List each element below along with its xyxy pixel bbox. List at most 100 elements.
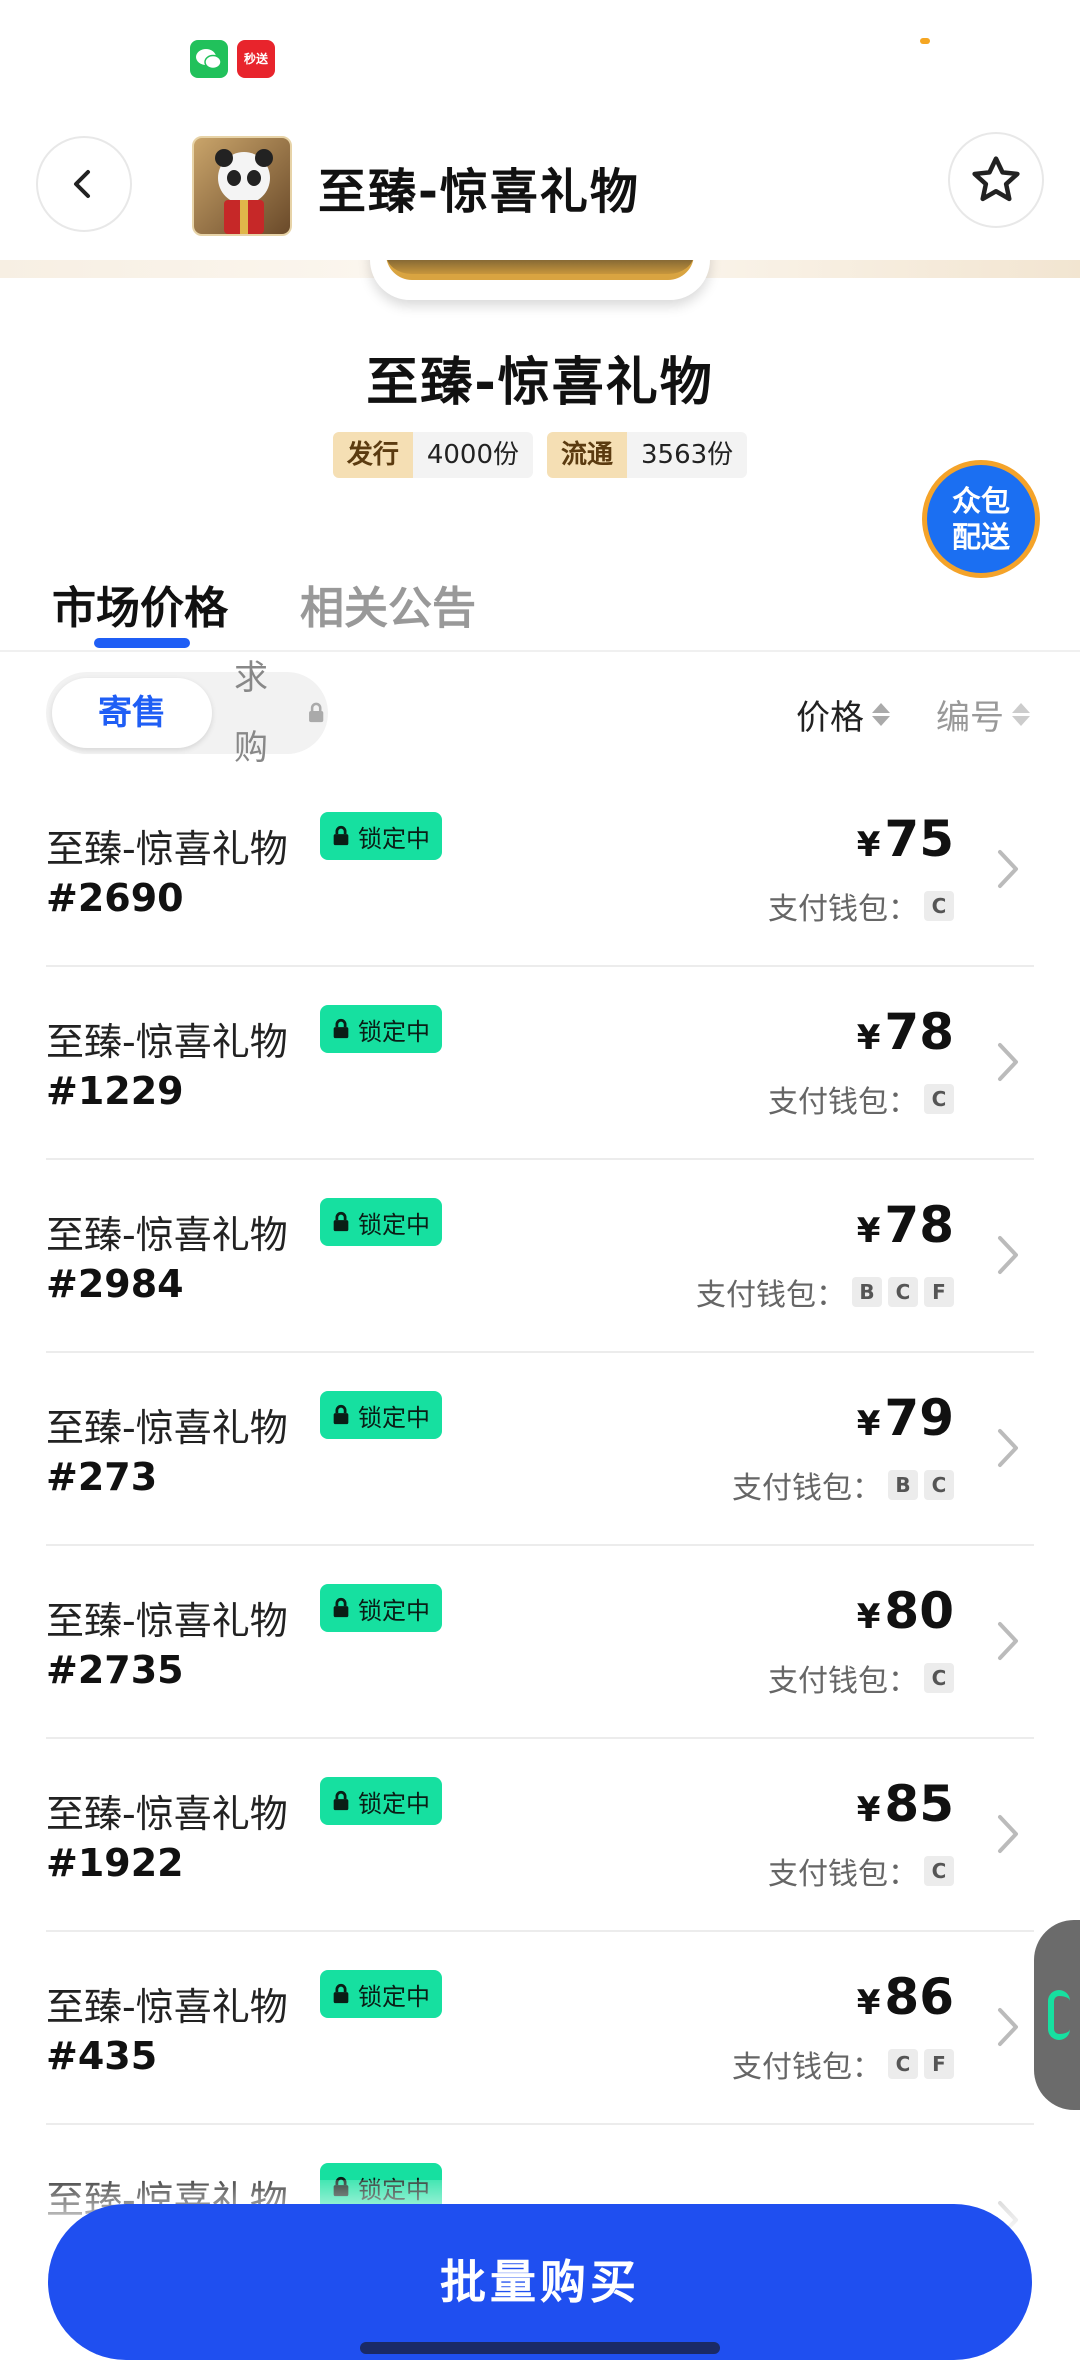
- tab-market-price[interactable]: 市场价格: [52, 572, 228, 636]
- listing-price: ¥ 85: [857, 1775, 954, 1833]
- listing-price: ¥ 79: [857, 1389, 954, 1447]
- wallet-label: 支付钱包：: [768, 1664, 918, 1699]
- lock-status-text: 锁定中: [358, 1789, 430, 1818]
- wallet-chip: F: [924, 1277, 954, 1307]
- lock-status-text: 锁定中: [358, 1017, 430, 1046]
- chevron-right-icon: [998, 1815, 1018, 1853]
- lock-icon: [333, 1404, 349, 1425]
- lock-icon: [333, 1983, 349, 2004]
- bulk-buy-button[interactable]: 批量购买: [48, 2204, 1032, 2360]
- top-header: 至臻-惊喜礼物: [0, 120, 1080, 260]
- listing-name: 至臻-惊喜礼物: [46, 1792, 288, 1836]
- lock-status-badge: 锁定中: [320, 1777, 442, 1825]
- lock-status-text: 锁定中: [358, 1982, 430, 2011]
- lock-status-badge: 锁定中: [320, 1970, 442, 2018]
- currency-symbol: ¥: [856, 1983, 881, 2023]
- chevron-right-icon: [998, 1622, 1018, 1660]
- wallet-chip: B: [852, 1277, 882, 1307]
- listing-number: #273: [46, 1455, 158, 1499]
- circulation-value: 3563份: [627, 432, 748, 478]
- price-value: 75: [884, 810, 954, 868]
- currency-symbol: ¥: [856, 1018, 881, 1058]
- listing-row[interactable]: 至臻-惊喜礼物 锁定中 #435 ¥ 86 支付钱包： CF: [0, 1932, 1080, 2125]
- item-thumbnail: [192, 136, 292, 236]
- wechat-icon: [190, 40, 228, 78]
- wallet-label: 支付钱包：: [768, 1857, 918, 1892]
- circulation-label: 流通: [547, 432, 628, 478]
- wallet-label: 支付钱包：: [732, 1471, 882, 1506]
- tab-announcements[interactable]: 相关公告: [300, 572, 476, 636]
- lock-status-text: 锁定中: [358, 1596, 430, 1625]
- listing-name: 至臻-惊喜礼物: [46, 1020, 288, 1064]
- listing-row[interactable]: 至臻-惊喜礼物 锁定中 #2735 ¥ 80 支付钱包： C: [0, 1546, 1080, 1739]
- lock-icon: [333, 1018, 349, 1039]
- chevron-right-icon: [998, 1043, 1018, 1081]
- listing-row[interactable]: 至臻-惊喜礼物 锁定中 #1229 ¥ 78 支付钱包： C: [0, 967, 1080, 1160]
- listing-price: ¥ 75: [857, 810, 954, 868]
- headset-icon: [1048, 1990, 1070, 2040]
- listing-price: ¥ 78: [857, 1003, 954, 1061]
- listing-name: 至臻-惊喜礼物: [46, 1213, 288, 1257]
- status-bar: 秒送: [0, 0, 1080, 120]
- listing-name: 至臻-惊喜礼物: [46, 1985, 288, 2029]
- sort-by-price[interactable]: 价格: [796, 690, 890, 739]
- sort-by-number[interactable]: 编号: [936, 690, 1030, 739]
- floating-side-widget[interactable]: [1034, 1920, 1080, 2110]
- lock-status-text: 锁定中: [358, 1210, 430, 1239]
- favorite-button[interactable]: [948, 132, 1044, 228]
- currency-symbol: ¥: [856, 1404, 881, 1444]
- price-value: 80: [884, 1582, 954, 1640]
- issue-value: 4000份: [412, 432, 533, 478]
- request-option[interactable]: 求购: [234, 658, 328, 768]
- listing-row[interactable]: 至臻-惊喜礼物 锁定中 #273 ¥ 79 支付钱包： BC: [0, 1353, 1080, 1546]
- sort-arrows-icon: [1012, 703, 1030, 726]
- price-value: 85: [884, 1775, 954, 1833]
- wallet-label: 支付钱包：: [696, 1278, 846, 1313]
- chevron-right-icon: [998, 2008, 1018, 2046]
- payment-wallets: 支付钱包： C: [768, 1077, 954, 1121]
- listing-list: 至臻-惊喜礼物 锁定中 #2690 ¥ 75 支付钱包： C 至臻-惊喜礼物 锁…: [0, 774, 1080, 2318]
- payment-wallets: 支付钱包： C: [768, 1849, 954, 1893]
- wallet-chip: C: [888, 1277, 918, 1307]
- payment-wallets: 支付钱包： BC: [732, 1463, 954, 1507]
- wallet-chip: C: [924, 1470, 954, 1500]
- lock-status-badge: 锁定中: [320, 1391, 442, 1439]
- listing-name: 至臻-惊喜礼物: [46, 1406, 288, 1450]
- chevron-left-icon: [74, 170, 90, 198]
- tab-active-indicator: [94, 638, 190, 648]
- currency-symbol: ¥: [856, 1790, 881, 1830]
- request-label: 求购: [234, 658, 268, 768]
- item-title: 至臻-惊喜礼物: [366, 353, 714, 413]
- listing-number: #1229: [46, 1069, 184, 1113]
- listing-row[interactable]: 至臻-惊喜礼物 锁定中 #1922 ¥ 85 支付钱包： C: [0, 1739, 1080, 1932]
- lock-icon: [333, 1597, 349, 1618]
- listing-row[interactable]: 至臻-惊喜礼物 锁定中 #2690 ¥ 75 支付钱包： C: [0, 774, 1080, 967]
- payment-wallets: 支付钱包： BCF: [696, 1270, 954, 1314]
- wallet-label: 支付钱包：: [732, 2050, 882, 2085]
- lock-icon: [333, 825, 349, 846]
- crowdsource-line2: 配送: [951, 520, 1010, 554]
- consign-option[interactable]: 寄售: [52, 678, 212, 748]
- chevron-right-icon: [998, 1236, 1018, 1274]
- tab-bar: 市场价格 相关公告: [0, 560, 1080, 652]
- listing-number: #435: [46, 2034, 158, 2078]
- issue-label: 发行: [332, 432, 413, 478]
- lock-status-badge: 锁定中: [320, 1005, 442, 1053]
- wallet-chip: C: [924, 891, 954, 921]
- listing-name: 至臻-惊喜礼物: [46, 827, 288, 871]
- payment-wallets: 支付钱包： C: [768, 1656, 954, 1700]
- wallet-chip: C: [924, 1084, 954, 1114]
- lock-icon: [308, 702, 323, 723]
- payment-wallets: 支付钱包： C: [768, 884, 954, 928]
- lock-status-text: 锁定中: [358, 1403, 430, 1432]
- notification-dot: [920, 38, 930, 44]
- header-title: 至臻-惊喜礼物: [318, 164, 640, 220]
- price-value: 86: [884, 1968, 954, 2026]
- price-value: 79: [884, 1389, 954, 1447]
- wallet-chip: C: [888, 2049, 918, 2079]
- back-button[interactable]: [36, 136, 132, 232]
- lock-status-badge: 锁定中: [320, 1584, 442, 1632]
- payment-wallets: 支付钱包： CF: [732, 2042, 954, 2086]
- listing-row[interactable]: 至臻-惊喜礼物 锁定中 #2984 ¥ 78 支付钱包： BCF: [0, 1160, 1080, 1353]
- wallet-chip: F: [924, 2049, 954, 2079]
